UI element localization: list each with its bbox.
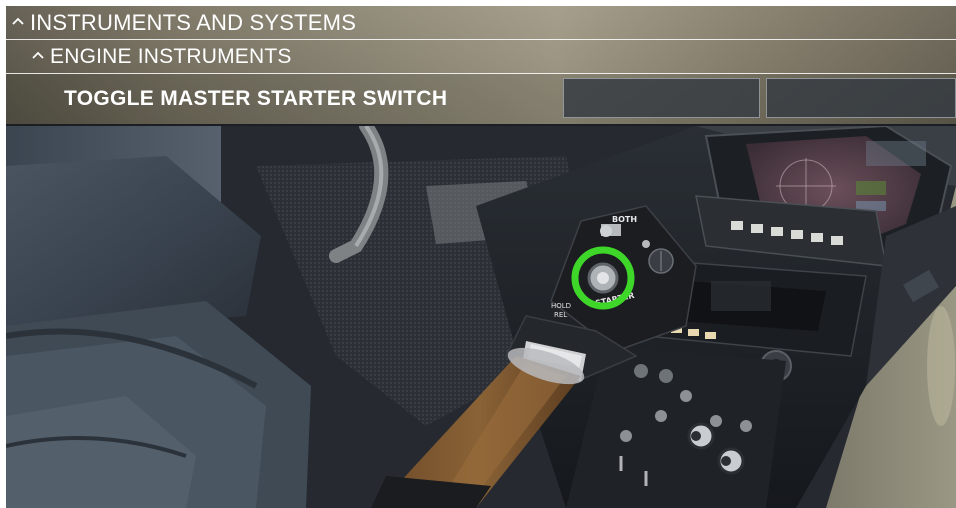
chevron-up-icon[interactable]	[10, 12, 26, 29]
screenshot-frame: INSTRUMENTS AND SYSTEMS ENGINE INSTRUMEN…	[6, 6, 956, 508]
both-label: BOTH	[612, 215, 637, 224]
svg-text:REL: REL	[554, 311, 567, 319]
chevron-up-icon[interactable]	[30, 46, 46, 63]
bindings-panel: INSTRUMENTS AND SYSTEMS ENGINE INSTRUMEN…	[6, 6, 956, 124]
secondary-input-slot[interactable]	[766, 78, 956, 118]
cockpit-illustration: BOTH STARTER HOLD REL	[6, 126, 956, 508]
subcategory-label: ENGINE INSTRUMENTS	[50, 44, 292, 68]
binding-label: TOGGLE MASTER STARTER SWITCH	[64, 87, 448, 110]
binding-row-toggle-master-starter-switch[interactable]: TOGGLE MASTER STARTER SWITCH	[6, 74, 956, 124]
category-label: INSTRUMENTS AND SYSTEMS	[30, 9, 357, 35]
category-header-instruments-and-systems[interactable]: INSTRUMENTS AND SYSTEMS	[6, 6, 956, 40]
hold-rel-label: HOLD	[551, 302, 571, 310]
subcategory-header-engine-instruments[interactable]: ENGINE INSTRUMENTS	[6, 40, 956, 74]
cockpit-view: BOTH STARTER HOLD REL	[6, 126, 956, 508]
primary-input-slot[interactable]	[563, 78, 760, 118]
